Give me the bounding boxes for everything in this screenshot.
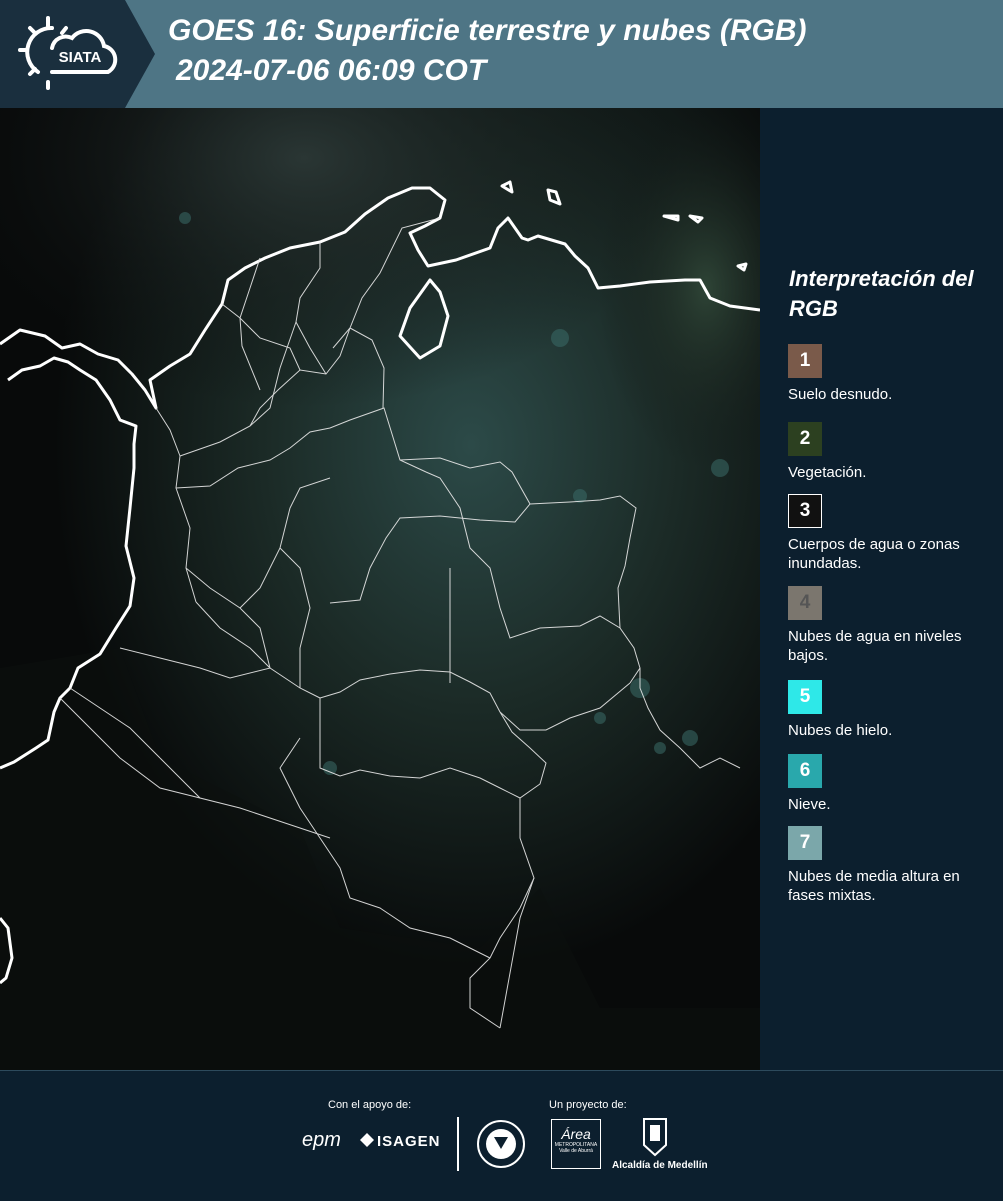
legend-label: Nieve. (788, 796, 831, 813)
isagen-icon (360, 1133, 374, 1147)
footer: Con el apoyo de: Un proyecto de: epm ISA… (0, 1070, 1003, 1201)
isagen-logo: ISAGEN (377, 1133, 441, 1150)
legend-panel: Interpretación del RGB 1 Suelo desnudo. 2 V… (760, 108, 1003, 1070)
legend-item: 5 Nubes de hielo. (788, 680, 998, 740)
legend-label: Vegetación. (788, 464, 867, 481)
legend-swatch: 2 (788, 422, 822, 456)
legend-swatch: 6 (788, 754, 822, 788)
page-timestamp: 2024-07-06 06:09 COT (176, 54, 487, 87)
svg-text:SIATA: SIATA (59, 49, 102, 66)
legend-label: Suelo desnudo. (788, 386, 893, 403)
legend-item: 3 Cuerpos de agua o zonas inundadas. (788, 494, 998, 573)
legend-swatch: 5 (788, 680, 822, 714)
support-caption: Con el apoyo de: (328, 1099, 412, 1111)
legend-label: Nubes de agua en niveles bajos. (788, 628, 962, 664)
legend-label: Nubes de media altura en fases mixtas. (788, 868, 960, 904)
legend-label: Cuerpos de agua o zonas inundadas. (788, 536, 960, 572)
legend-swatch: 4 (788, 586, 822, 620)
area-metropolitana-logo: Área METROPOLITANA Valle de Aburrá (551, 1119, 601, 1169)
legend-item: 4 Nubes de agua en niveles bajos. (788, 586, 998, 665)
alcaldia-shield-icon (642, 1117, 668, 1157)
legend-swatch: 1 (788, 344, 822, 378)
footer-divider (457, 1117, 459, 1171)
alcaldia-logo: Alcaldía de Medellín (612, 1160, 708, 1171)
header-bar: SIATA GOES 16: Superficie terrestre y nu… (0, 0, 1003, 108)
legend-title: Interpretación del RGB (789, 266, 974, 321)
legend-item: 1 Suelo desnudo. (788, 344, 998, 404)
legend-swatch: 3 (788, 494, 822, 528)
university-seal-icon (476, 1119, 526, 1169)
epm-logo: epm (302, 1129, 341, 1151)
legend-item: 6 Nieve. (788, 754, 998, 814)
legend-item: 7 Nubes de media altura en fases mixtas. (788, 826, 998, 905)
siata-logo: SIATA (0, 0, 155, 108)
page-title: GOES 16: Superficie terrestre y nubes (R… (168, 14, 807, 47)
legend-swatch: 7 (788, 826, 822, 860)
satellite-map[interactable] (0, 108, 760, 1070)
legend-label: Nubes de hielo. (788, 722, 893, 739)
project-caption: Un proyecto de: (549, 1099, 627, 1111)
legend-item: 2 Vegetación. (788, 422, 998, 482)
